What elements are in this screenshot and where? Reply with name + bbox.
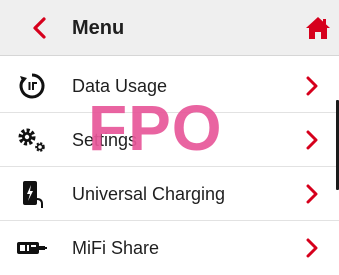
chevron-right-icon [300,73,324,99]
menu-item-universal-charging[interactable]: Universal Charging [0,167,339,221]
menu-item-label: Universal Charging [72,184,226,204]
fpo-watermark: FPO [88,92,223,164]
header-bar: Menu [0,0,339,56]
home-button[interactable] [300,12,336,44]
back-button[interactable] [24,10,56,46]
chevron-right-icon [300,235,324,261]
chevron-right-icon [300,181,324,207]
menu-item-label: MiFi Share [72,238,160,258]
page-title: Menu [72,17,125,39]
data-usage-gauge-icon [12,71,52,101]
chevron-right-icon [300,127,324,153]
gears-icon [12,125,52,155]
chevron-left-icon [33,17,46,39]
menu-item-mifi-share[interactable]: MiFi Share [0,221,339,275]
mifi-device-icon [12,233,52,263]
charging-phone-icon [12,179,52,209]
menu-screen: Menu Data Usage Settings Universal Charg… [0,0,339,273]
home-icon [306,17,330,39]
